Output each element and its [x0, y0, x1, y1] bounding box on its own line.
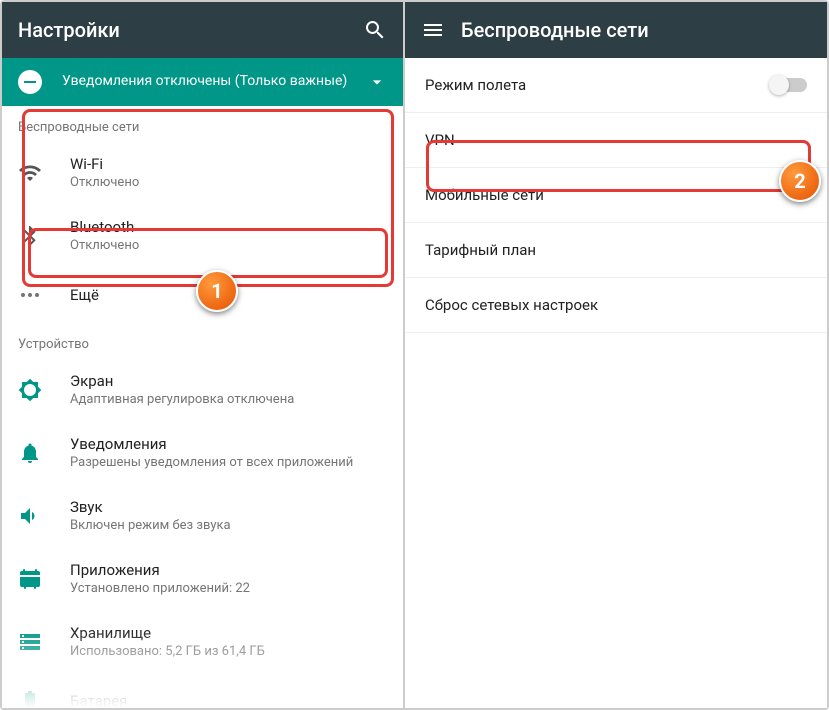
item-mobile-networks[interactable]: Мобильные сети	[405, 168, 827, 223]
bluetooth-icon	[18, 224, 42, 248]
item-airplane[interactable]: Режим полета	[405, 58, 827, 113]
header-left: Настройки	[2, 2, 403, 58]
wireless-pane: Беспроводные сети Режим полета VPN Мобил…	[405, 2, 827, 708]
item-vpn[interactable]: VPN	[405, 113, 827, 168]
airplane-toggle[interactable]	[771, 78, 807, 92]
item-sound[interactable]: Звук Включен режим без звука	[2, 484, 403, 547]
section-wireless: Беспроводные сети	[2, 106, 403, 141]
wifi-icon	[18, 161, 42, 185]
notif-title: Уведомления	[70, 435, 387, 453]
bluetooth-title: Bluetooth	[70, 218, 387, 236]
storage-icon	[18, 630, 42, 654]
vpn-label: VPN	[425, 131, 807, 149]
step-marker-1: 1	[196, 270, 238, 312]
item-display[interactable]: Экран Адаптивная регулировка отключена	[2, 358, 403, 421]
item-wifi[interactable]: Wi-Fi Отключено	[2, 141, 403, 204]
battery-title: Батарея	[70, 692, 387, 708]
brightness-icon	[18, 378, 42, 402]
step-marker-2: 2	[779, 160, 821, 202]
mobile-label: Мобильные сети	[425, 186, 807, 204]
header-title-right: Беспроводные сети	[461, 18, 811, 42]
apps-sub: Установлено приложений: 22	[70, 581, 387, 596]
header-right: Беспроводные сети	[405, 2, 827, 58]
bluetooth-sub: Отключено	[70, 238, 387, 253]
banner-text: Уведомления отключены (Только важные)	[62, 72, 367, 92]
sound-sub: Включен режим без звука	[70, 518, 387, 533]
sound-title: Звук	[70, 498, 387, 516]
item-data-plan[interactable]: Тарифный план	[405, 223, 827, 278]
more-icon	[18, 283, 42, 307]
airplane-label: Режим полета	[425, 76, 771, 94]
item-bluetooth[interactable]: Bluetooth Отключено	[2, 204, 403, 267]
wifi-title: Wi-Fi	[70, 155, 387, 173]
notif-sub: Разрешены уведомления от всех приложений	[70, 455, 387, 470]
chevron-down-icon	[367, 72, 387, 92]
sound-icon	[18, 504, 42, 528]
item-apps[interactable]: Приложения Установлено приложений: 22	[2, 547, 403, 610]
display-sub: Адаптивная регулировка отключена	[70, 392, 387, 407]
search-icon[interactable]	[363, 18, 387, 42]
menu-icon[interactable]	[421, 18, 445, 42]
header-title: Настройки	[18, 18, 363, 42]
item-network-reset[interactable]: Сброс сетевых настроек	[405, 278, 827, 333]
item-notifications[interactable]: Уведомления Разрешены уведомления от все…	[2, 421, 403, 484]
reset-label: Сброс сетевых настроек	[425, 296, 807, 314]
minus-icon	[18, 70, 42, 94]
wifi-sub: Отключено	[70, 175, 387, 190]
settings-pane: Настройки Уведомления отключены (Только …	[2, 2, 405, 708]
apps-title: Приложения	[70, 561, 387, 579]
storage-title: Хранилище	[70, 624, 387, 642]
section-device: Устройство	[2, 323, 403, 358]
notification-banner[interactable]: Уведомления отключены (Только важные)	[2, 58, 403, 106]
item-battery[interactable]: Батарея	[2, 673, 403, 708]
storage-sub: Использовано: 5,2 ГБ из 61,4 ГБ	[70, 644, 387, 659]
apps-icon	[18, 567, 42, 591]
bell-icon	[18, 441, 42, 465]
item-storage[interactable]: Хранилище Использовано: 5,2 ГБ из 61,4 Г…	[2, 610, 403, 673]
display-title: Экран	[70, 372, 387, 390]
plan-label: Тарифный план	[425, 241, 807, 259]
battery-icon	[18, 689, 42, 708]
